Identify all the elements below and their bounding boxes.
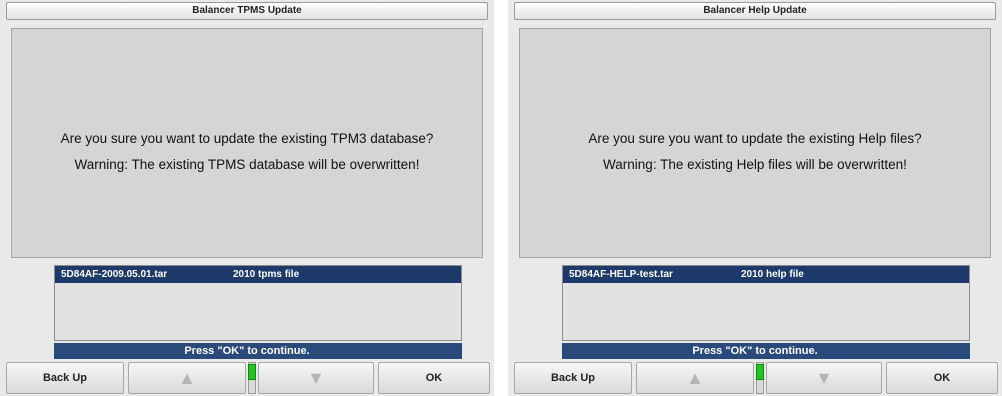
file-name: 5D84AF-HELP-test.tar xyxy=(569,269,673,280)
scroll-up-button[interactable]: ▲ xyxy=(128,362,246,394)
arrow-up-icon: ▲ xyxy=(178,368,196,388)
confirmation-question: Are you sure you want to update the exis… xyxy=(60,131,434,146)
window-title: Balancer Help Update xyxy=(514,2,996,20)
continue-hint: Press "OK" to continue. xyxy=(184,345,310,357)
continue-hint: Press "OK" to continue. xyxy=(692,345,818,357)
overwrite-warning: Warning: The existing Help files will be… xyxy=(603,157,907,172)
scroll-down-button[interactable]: ▼ xyxy=(258,362,374,394)
arrow-down-icon: ▼ xyxy=(307,368,325,388)
scroll-up-button[interactable]: ▲ xyxy=(636,362,754,394)
back-up-button[interactable]: Back Up xyxy=(6,362,124,394)
confirmation-question: Are you sure you want to update the exis… xyxy=(588,131,922,146)
ok-button[interactable]: OK xyxy=(378,362,490,394)
scroll-indicator[interactable] xyxy=(756,362,764,394)
back-up-button[interactable]: Back Up xyxy=(514,362,632,394)
arrow-down-icon: ▼ xyxy=(815,368,833,388)
scroll-thumb[interactable] xyxy=(756,364,764,380)
file-description: 2010 tpms file xyxy=(233,269,300,280)
help-update-screen: Balancer Help Update Are you sure you wa… xyxy=(508,0,1002,396)
scroll-indicator[interactable] xyxy=(248,362,256,394)
scroll-thumb[interactable] xyxy=(248,364,256,380)
arrow-up-icon: ▲ xyxy=(686,368,704,388)
window-title: Balancer TPMS Update xyxy=(6,2,488,20)
file-list[interactable]: 5D84AF-2009.05.01.tar 2010 tpms file xyxy=(54,265,462,341)
confirmation-message-box: Are you sure you want to update the exis… xyxy=(519,28,991,258)
file-description: 2010 help file xyxy=(741,269,804,280)
overwrite-warning: Warning: The existing TPMS database will… xyxy=(74,157,420,172)
file-list-item-selected[interactable]: 5D84AF-HELP-test.tar 2010 help file xyxy=(563,266,969,283)
file-name: 5D84AF-2009.05.01.tar xyxy=(61,269,168,280)
confirmation-message-box: Are you sure you want to update the exis… xyxy=(11,28,483,258)
button-bar: Back Up ▲ ▼ OK xyxy=(508,360,1002,396)
scroll-down-button[interactable]: ▼ xyxy=(766,362,882,394)
button-bar: Back Up ▲ ▼ OK xyxy=(0,360,494,396)
ok-button[interactable]: OK xyxy=(886,362,998,394)
tpms-update-screen: Balancer TPMS Update Are you sure you wa… xyxy=(0,0,494,396)
file-list[interactable]: 5D84AF-HELP-test.tar 2010 help file xyxy=(562,265,970,341)
file-list-item-selected[interactable]: 5D84AF-2009.05.01.tar 2010 tpms file xyxy=(55,266,461,283)
